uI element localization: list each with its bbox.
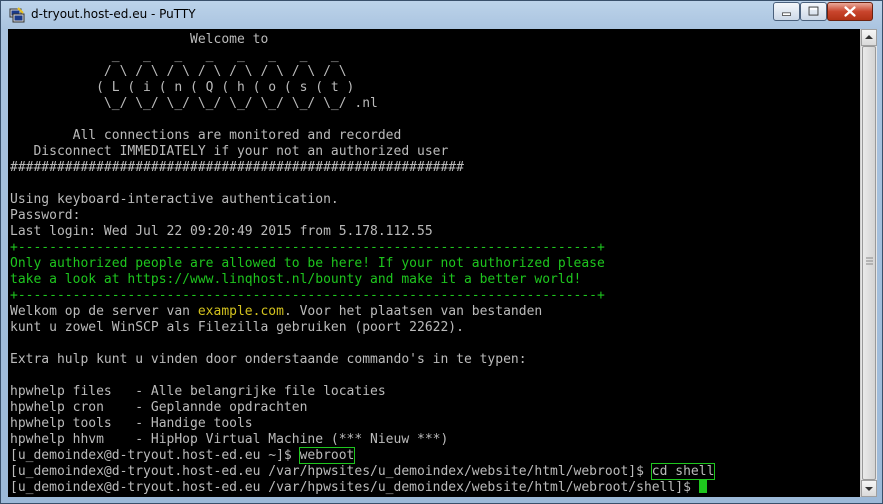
logo-line: \_/ \_/ \_/ \_/ \_/ \_/ \_/ \_/ .nl [10, 96, 378, 111]
grip-icon [866, 257, 873, 265]
maximize-button[interactable] [800, 2, 827, 21]
vertical-scrollbar[interactable] [860, 29, 877, 497]
last-login-line: Last login: Wed Jul 22 09:20:49 2015 fro… [10, 224, 433, 239]
help-hhvm-line: hpwhelp hhvm - HipHop Virtual Machine (*… [10, 432, 449, 447]
title-bar[interactable]: d-tryout.host-ed.eu - PuTTY [1, 1, 882, 29]
prompt-line-3[interactable]: [u_demoindex@d-tryout.host-ed.eu /var/hp… [10, 480, 714, 496]
prompt-line-2: [u_demoindex@d-tryout.host-ed.eu /var/hp… [10, 463, 716, 480]
help-cron-line: hpwhelp cron - Geplannde opdrachten [10, 400, 308, 415]
close-button[interactable] [827, 2, 873, 21]
putty-window: d-tryout.host-ed.eu - PuTTY Welcome to _… [0, 0, 883, 504]
putty-icon[interactable] [9, 7, 25, 23]
warning-line: Only authorized people are allowed to be… [10, 256, 605, 271]
minimize-icon [782, 12, 791, 16]
scroll-thumb[interactable] [862, 46, 876, 480]
extra-help-line: Extra hulp kunt u vinden door onderstaan… [10, 352, 527, 367]
domain-text: example.com [197, 304, 284, 319]
help-files-line: hpwhelp files - Alle belangrijke file lo… [10, 384, 386, 399]
maximize-icon [808, 6, 819, 16]
shell-prompt: [u_demoindex@d-tryout.host-ed.eu /var/hp… [10, 464, 652, 479]
minimize-button[interactable] [773, 2, 800, 21]
text-cursor[interactable] [698, 480, 707, 493]
welkom-line-2: kunt u zowel WinSCP als Filezilla gebrui… [10, 320, 464, 335]
monitored-line: All connections are monitored and record… [10, 128, 402, 143]
welkom-suffix: . Voor het plaatsen van bestanden [283, 304, 543, 319]
warning-line: take a look at https://www.linqhost.nl/b… [10, 272, 582, 287]
highlighted-command: webroot [298, 447, 356, 464]
close-icon [844, 6, 856, 17]
logo-line: / \ / \ / \ / \ / \ / \ / \ / \ [10, 64, 347, 79]
terminal-area[interactable]: Welcome to _ _ _ _ _ _ _ _ / \ / \ / \ /… [8, 29, 860, 497]
shell-prompt: [u_demoindex@d-tryout.host-ed.eu ~]$ [10, 448, 300, 463]
hash-separator: ########################################… [10, 160, 464, 175]
logo-line: _ _ _ _ _ _ _ _ [10, 48, 339, 63]
window-title: d-tryout.host-ed.eu - PuTTY [31, 7, 196, 21]
disconnect-line: Disconnect IMMEDIATELY if your not an au… [10, 144, 449, 159]
prompt-line-1: [u_demoindex@d-tryout.host-ed.eu ~]$ web… [10, 447, 714, 464]
border-line: +---------------------------------------… [10, 288, 605, 303]
welkom-prefix: Welkom op de server van [10, 304, 198, 319]
shell-prompt: [u_demoindex@d-tryout.host-ed.eu /var/hp… [10, 480, 699, 495]
scroll-down-button[interactable] [861, 480, 877, 497]
logo-line: ( L ( i ( n ( Q ( h ( o ( s ( t ) [10, 80, 355, 95]
welkom-line: Welkom op de server van example.com. Voo… [10, 304, 714, 320]
help-tools-line: hpwhelp tools - Handige tools [10, 416, 253, 431]
scroll-up-button[interactable] [861, 29, 877, 46]
highlighted-command: cd shell [650, 463, 716, 480]
arrow-down-icon [865, 487, 873, 491]
arrow-up-icon [865, 35, 873, 39]
auth-line: Using keyboard-interactive authenticatio… [10, 192, 339, 207]
welcome-line: Welcome to [10, 32, 269, 47]
password-line: Password: [10, 208, 81, 223]
border-line: +---------------------------------------… [10, 240, 605, 255]
terminal-output: Welcome to _ _ _ _ _ _ _ _ / \ / \ / \ /… [10, 32, 716, 496]
